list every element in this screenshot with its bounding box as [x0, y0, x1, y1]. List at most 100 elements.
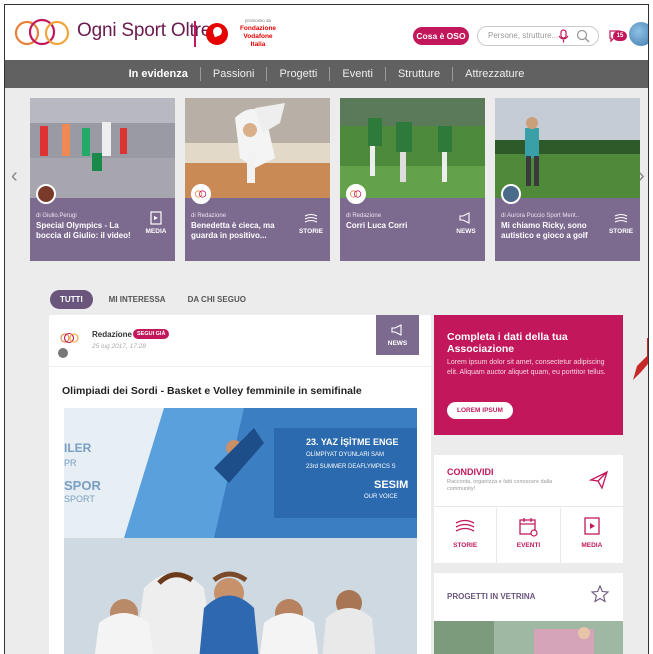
partner-line3: Italia: [250, 41, 266, 48]
partner-small: promosso da: [244, 18, 271, 23]
media-icon: [150, 211, 162, 225]
star-icon[interactable]: [591, 585, 609, 603]
search-icon[interactable]: [576, 29, 590, 43]
share-panel: CONDIVIDI Racconta, organizza e fatti co…: [434, 455, 623, 563]
book-icon: [455, 519, 475, 532]
banner-side-1: ILER: [64, 441, 92, 455]
project-photo[interactable]: [434, 621, 623, 654]
book-icon: [614, 213, 628, 223]
card-footer: di Aurora Puccio Sport Ment.. Mi chiamo …: [495, 184, 640, 261]
share-storie-label: STORIE: [453, 542, 478, 549]
association-promo-card: Completa i dati della tua Associazione L…: [434, 315, 623, 435]
paper-plane-icon[interactable]: [589, 470, 609, 490]
featured-carousel: di Giulio.Perugi Special Olympics - La b…: [30, 98, 642, 261]
red-arrow-icon: [633, 338, 648, 380]
partner-line2: Vodafone: [243, 33, 273, 40]
card-photo-golf: [495, 98, 640, 198]
share-media-label: MEDIA: [581, 542, 603, 549]
nav-item-eventi[interactable]: Eventi: [330, 67, 386, 81]
media-icon: [584, 517, 600, 535]
card-photo-rugby: [340, 98, 485, 198]
card-footer: di Redazione Benedetta è cieca, ma guard…: [185, 184, 330, 261]
author-avatar: [501, 184, 521, 204]
user-avatar[interactable]: [629, 22, 648, 46]
banner-text-1: 23. YAZ İŞİTME ENGE: [306, 437, 399, 447]
card-author[interactable]: di Redazione: [346, 213, 381, 219]
microphone-icon[interactable]: [557, 29, 570, 43]
card-category: STORIE: [298, 228, 324, 235]
nav-item-strutture[interactable]: Strutture: [386, 67, 454, 81]
feed-post: Redazione SEGUI GIÀ 25 lug 2017, 17:28 N…: [49, 315, 431, 654]
card-category: MEDIA: [145, 228, 167, 235]
card-footer: di Giulio.Perugi Special Olympics - La b…: [30, 184, 175, 261]
carousel-prev-arrow-icon[interactable]: ‹: [11, 165, 18, 188]
banner-text-3: 23rd SUMMER DEAFLYMPICS S: [306, 464, 396, 470]
card-author[interactable]: di Redazione: [191, 213, 226, 219]
book-icon: [304, 213, 318, 223]
card-category: STORIE: [608, 228, 634, 235]
oso-avatar-icon: [346, 184, 366, 204]
share-storie-button[interactable]: STORIE: [434, 508, 498, 563]
share-eventi-label: EVENTI: [516, 542, 541, 549]
calendar-icon: [519, 518, 539, 537]
oso-logo-icon[interactable]: [13, 15, 71, 51]
cosa-e-oso-button[interactable]: Cosa è OSO: [413, 27, 469, 45]
nav-item-passioni[interactable]: Passioni: [201, 67, 268, 81]
featured-card[interactable]: di Aurora Puccio Sport Ment.. Mi chiamo …: [495, 98, 640, 261]
share-title: CONDIVIDI: [447, 467, 494, 477]
partner-line1: Fondazione: [239, 25, 277, 32]
logo-divider: [194, 21, 196, 47]
tab-da-chi-seguo[interactable]: DA CHI SEGUO: [188, 295, 246, 304]
brand-name[interactable]: Ogni Sport Oltre: [77, 20, 211, 42]
post-date: 25 lug 2017, 17:28: [92, 343, 146, 350]
page-frame: Ogni Sport Oltre promosso da Fondazione …: [4, 4, 649, 654]
featured-card[interactable]: di Redazione Benedetta è cieca, ma guard…: [185, 98, 330, 261]
post-category: NEWS: [387, 340, 408, 347]
promo-button[interactable]: LOREM IPSUM: [447, 402, 513, 419]
post-photo-volleyball[interactable]: 23. YAZ İŞİTME ENGE OLİMPİYAT OYUNLARI S…: [64, 408, 417, 654]
card-title[interactable]: Special Olympics - La boccia di Giulio: …: [36, 221, 132, 241]
banner-right: SESIM: [374, 479, 408, 491]
promo-title: Completa i dati della tua Associazione: [447, 331, 568, 355]
pencil-icon: [58, 348, 68, 358]
post-header: Redazione SEGUI GIÀ 25 lug 2017, 17:28 N…: [49, 315, 431, 367]
tab-tutti[interactable]: TUTTI: [50, 289, 93, 309]
site-header: Ogni Sport Oltre promosso da Fondazione …: [5, 5, 648, 61]
megaphone-icon: [459, 212, 470, 224]
author-avatar: [36, 184, 56, 204]
follow-button[interactable]: SEGUI GIÀ: [133, 329, 170, 339]
post-category-badge[interactable]: NEWS: [376, 315, 419, 355]
nav-item-progetti[interactable]: Progetti: [267, 67, 331, 81]
post-title[interactable]: Olimpiadi dei Sordi - Basket e Volley fe…: [62, 385, 362, 397]
share-media-button[interactable]: MEDIA: [561, 508, 623, 563]
tab-mi-interessa[interactable]: MI INTERESSA: [109, 295, 166, 304]
featured-card[interactable]: di Giulio.Perugi Special Olympics - La b…: [30, 98, 175, 261]
share-header: CONDIVIDI Racconta, organizza e fatti co…: [434, 455, 623, 507]
banner-side-3: SPOR: [64, 478, 101, 493]
featured-projects-panel: PROGETTI IN VETRINA: [434, 573, 623, 654]
card-author[interactable]: di Aurora Puccio Sport Ment..: [501, 213, 579, 219]
nav-item-attrezzature[interactable]: Attrezzature: [453, 67, 536, 81]
banner-side-4: SPORT: [64, 494, 95, 504]
post-photo-graphic: 23. YAZ İŞİTME ENGE OLİMPİYAT OYUNLARI S…: [64, 408, 417, 654]
card-title[interactable]: Mi chiamo Ricky, sono autistico e gioco …: [501, 221, 597, 241]
card-author[interactable]: di Giulio.Perugi: [36, 213, 77, 219]
share-eventi-button[interactable]: EVENTI: [497, 508, 561, 563]
oso-logo-icon[interactable]: [59, 329, 79, 347]
post-author[interactable]: Redazione: [92, 330, 132, 339]
notification-badge[interactable]: 15: [613, 31, 627, 41]
main-nav: In evidenza Passioni Progetti Eventi Str…: [5, 60, 648, 88]
share-subtitle: Racconta, organizza e fatti conoscere da…: [447, 479, 553, 492]
card-title[interactable]: Corri Luca Corri: [346, 221, 442, 231]
vodafone-logo-icon: [206, 23, 228, 45]
partner-label: promosso da Fondazione Vodafone Italia: [235, 17, 281, 49]
featured-card[interactable]: di Redazione Corri Luca Corri NEWS: [340, 98, 485, 261]
megaphone-icon: [391, 324, 402, 336]
card-title[interactable]: Benedetta è cieca, ma guarda in positivo…: [191, 221, 287, 241]
promo-text: Lorem ipsum dolor sit amet, consectetur …: [447, 359, 606, 376]
nav-item-in-evidenza[interactable]: In evidenza: [117, 67, 201, 81]
banner-right-2: OUR VOICE: [364, 494, 398, 500]
card-photo-judo: [185, 98, 330, 198]
banner-text-2: OLİMPİYAT OYUNLARI SAM: [306, 451, 384, 458]
card-category: NEWS: [456, 228, 476, 235]
